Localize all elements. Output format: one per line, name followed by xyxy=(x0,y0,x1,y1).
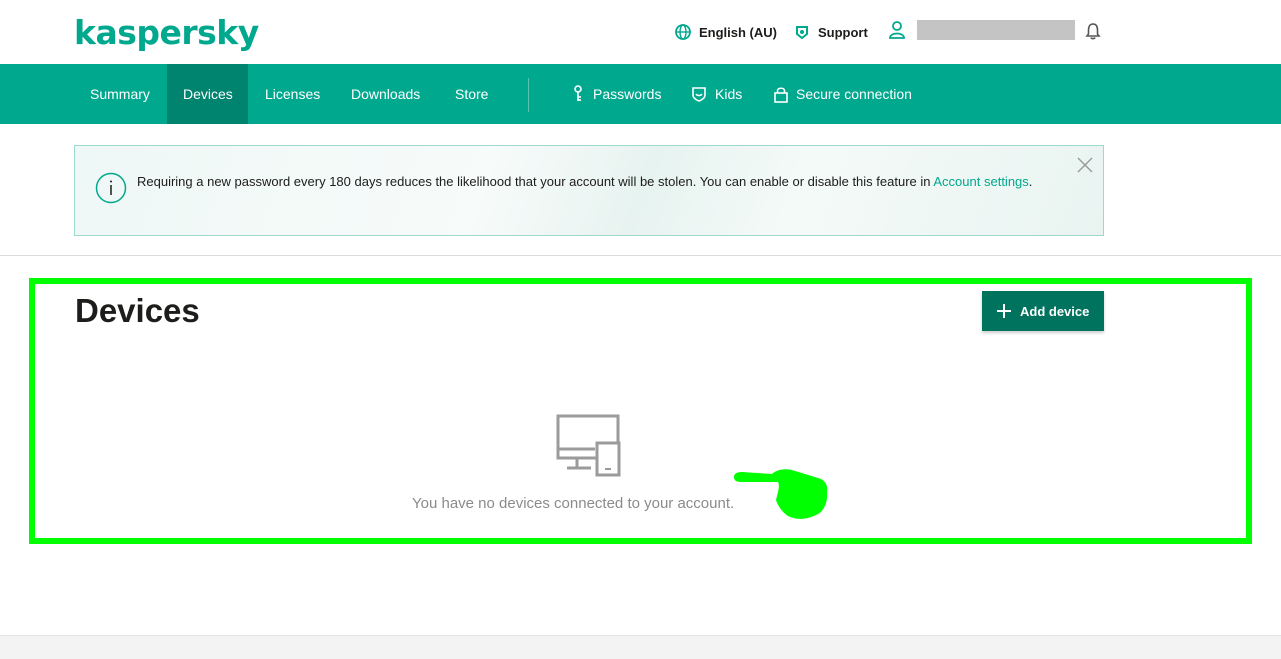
devices-icon xyxy=(556,414,621,477)
nav-label: Licenses xyxy=(265,86,321,102)
user-menu[interactable] xyxy=(889,20,1075,40)
globe-icon xyxy=(675,24,691,40)
section-divider xyxy=(0,255,1281,256)
add-device-label: Add device xyxy=(1020,303,1090,319)
user-name-redacted xyxy=(917,20,1075,40)
close-icon[interactable] xyxy=(1077,157,1093,173)
support-link[interactable]: Support xyxy=(794,22,868,42)
language-selector[interactable]: English (AU) xyxy=(675,22,777,42)
nav-licenses[interactable]: Licenses xyxy=(249,64,336,124)
nav-label: Secure connection xyxy=(796,86,912,102)
nav-label: Passwords xyxy=(593,86,662,102)
nav-label: Kids xyxy=(715,86,743,102)
nav-devices[interactable]: Devices xyxy=(167,64,248,124)
key-icon xyxy=(574,85,582,101)
nav-divider xyxy=(528,78,529,112)
password-notice-banner: Requiring a new password every 180 days … xyxy=(74,145,1104,236)
notice-suffix: . xyxy=(1028,174,1033,189)
nav-label: Summary xyxy=(90,86,150,102)
nav-store[interactable]: Store xyxy=(439,64,504,124)
nav-secure-connection[interactable]: Secure connection xyxy=(758,64,928,124)
bell-icon xyxy=(1085,23,1101,40)
notice-message: Requiring a new password every 180 days … xyxy=(137,172,1077,192)
nav-label: Store xyxy=(455,86,489,102)
nav-label: Downloads xyxy=(351,86,421,102)
page-title: Devices xyxy=(75,292,200,329)
nav-label: Devices xyxy=(183,86,233,102)
info-icon xyxy=(95,172,127,204)
nav-summary[interactable]: Summary xyxy=(74,64,166,124)
header: kaspersky English (AU) Support xyxy=(0,0,1281,64)
language-label: English (AU) xyxy=(699,24,777,40)
footer xyxy=(0,635,1281,659)
notice-text: Requiring a new password every 180 days … xyxy=(137,174,934,189)
notifications-button[interactable] xyxy=(1085,22,1101,45)
kaspersky-logo[interactable]: kaspersky xyxy=(74,13,259,52)
nav-passwords[interactable]: Passwords xyxy=(555,64,677,124)
add-device-button[interactable]: Add device xyxy=(982,291,1104,331)
nav-downloads[interactable]: Downloads xyxy=(335,64,436,124)
support-icon xyxy=(796,26,808,40)
user-icon xyxy=(889,21,905,39)
lock-icon xyxy=(774,86,788,103)
support-label: Support xyxy=(818,24,868,40)
nav-kids[interactable]: Kids xyxy=(675,64,758,124)
main-nav: Summary Devices Licenses Downloads Store… xyxy=(0,64,1281,124)
plus-icon xyxy=(997,304,1011,318)
empty-state-message: You have no devices connected to your ac… xyxy=(412,495,735,512)
kids-icon xyxy=(692,87,706,102)
account-settings-link[interactable]: Account settings xyxy=(933,174,1028,189)
pointing-hand-icon xyxy=(734,469,828,519)
